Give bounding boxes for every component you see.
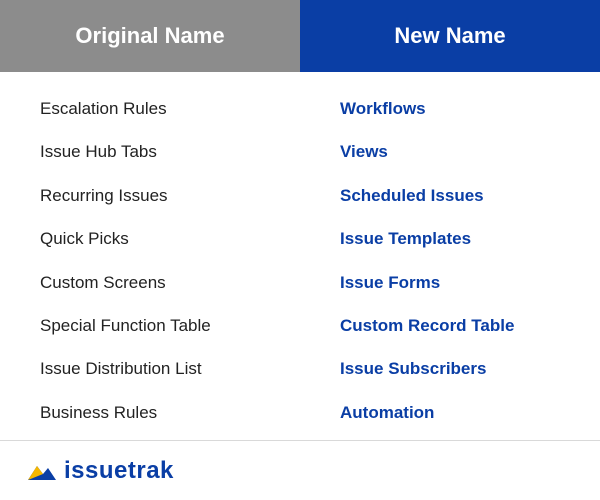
new-name: Views — [300, 141, 600, 163]
original-name: Quick Picks — [0, 228, 300, 250]
brand-logo: issuetrak — [28, 457, 174, 485]
mapping-row: Escalation Rules Workflows — [0, 92, 600, 126]
new-name: Workflows — [300, 98, 600, 120]
new-name: Scheduled Issues — [300, 185, 600, 207]
mapping-row: Business Rules Automation — [0, 396, 600, 430]
header-new: New Name — [300, 0, 600, 72]
original-name: Business Rules — [0, 402, 300, 424]
new-name: Issue Forms — [300, 272, 600, 294]
issuetrak-icon — [28, 460, 56, 482]
header-original: Original Name — [0, 0, 300, 72]
brand-name: issuetrak — [64, 457, 174, 485]
mapping-row: Issue Hub Tabs Views — [0, 135, 600, 169]
mapping-list: Escalation Rules Workflows Issue Hub Tab… — [0, 72, 600, 440]
new-name: Issue Subscribers — [300, 358, 600, 380]
name-mapping-card: Original Name New Name Escalation Rules … — [0, 0, 600, 500]
footer: issuetrak — [0, 440, 600, 500]
mapping-row: Special Function Table Custom Record Tab… — [0, 309, 600, 343]
new-name: Issue Templates — [300, 228, 600, 250]
header-row: Original Name New Name — [0, 0, 600, 72]
original-name: Recurring Issues — [0, 185, 300, 207]
mapping-row: Recurring Issues Scheduled Issues — [0, 179, 600, 213]
original-name: Custom Screens — [0, 272, 300, 294]
original-name: Special Function Table — [0, 315, 300, 337]
original-name: Issue Distribution List — [0, 358, 300, 380]
mapping-row: Quick Picks Issue Templates — [0, 222, 600, 256]
original-name: Escalation Rules — [0, 98, 300, 120]
mapping-row: Custom Screens Issue Forms — [0, 266, 600, 300]
new-name: Automation — [300, 402, 600, 424]
mapping-row: Issue Distribution List Issue Subscriber… — [0, 352, 600, 386]
original-name: Issue Hub Tabs — [0, 141, 300, 163]
new-name: Custom Record Table — [300, 315, 600, 337]
